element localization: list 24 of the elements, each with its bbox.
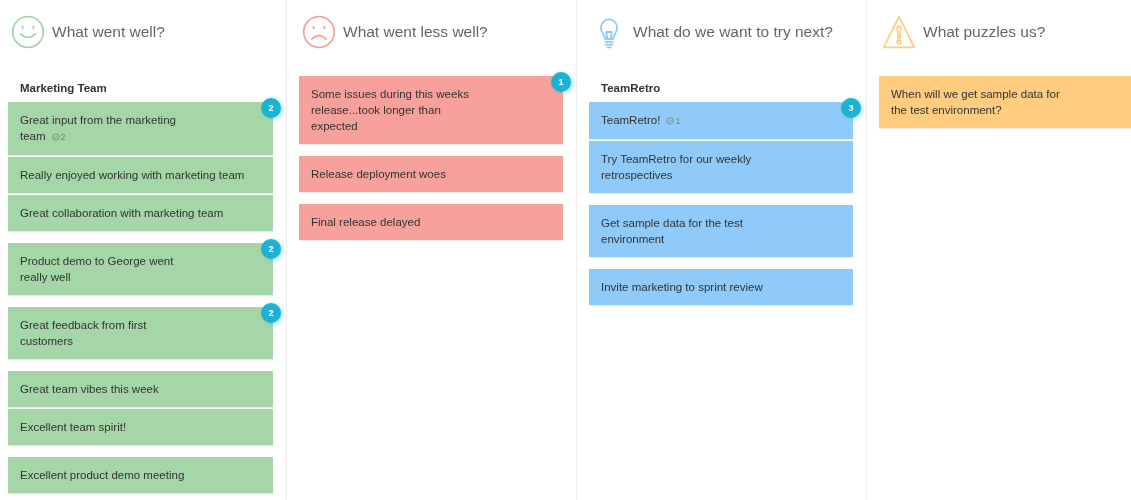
comment-count-badge: 3 xyxy=(841,98,861,118)
group-label: TeamRetro xyxy=(600,82,662,96)
retro-card[interactable]: Get sample data for the test environment xyxy=(589,204,853,257)
comment-count-badge: 2 xyxy=(261,238,281,259)
retro-card[interactable]: Great team vibes this week xyxy=(8,370,273,407)
retro-card[interactable]: Try TeamRetro for our weekly retrospectives xyxy=(589,140,853,193)
retro-card[interactable]: Excellent team spirit! xyxy=(8,408,273,445)
comment-count-badge: 2 xyxy=(261,302,281,323)
retro-card[interactable]: Final release delayed xyxy=(299,204,563,240)
retro-card[interactable]: When will we get sample data for the test environment? xyxy=(879,76,1131,128)
retro-card[interactable]: Excellent product demo meeting xyxy=(8,456,273,493)
group-label: Marketing Team xyxy=(19,82,108,96)
column-title: What do we want to try next? xyxy=(633,23,833,41)
comment-count-badge: 1 xyxy=(551,72,571,92)
retro-card[interactable]: Really enjoyed working with marketing team xyxy=(8,156,273,193)
retro-card[interactable]: Great collaboration with marketing team xyxy=(8,194,273,231)
column-title: What went less well? xyxy=(343,23,488,41)
vote-count: 2 xyxy=(51,128,66,145)
comment-count-badge: 2 xyxy=(261,98,281,118)
retro-card[interactable]: Release deployment woes xyxy=(299,156,563,192)
column-title: What went well? xyxy=(52,23,165,41)
vote-count: 1 xyxy=(666,112,681,129)
retro-card[interactable]: Invite marketing to sprint review xyxy=(589,268,853,305)
column-title: What puzzles us? xyxy=(923,23,1046,41)
